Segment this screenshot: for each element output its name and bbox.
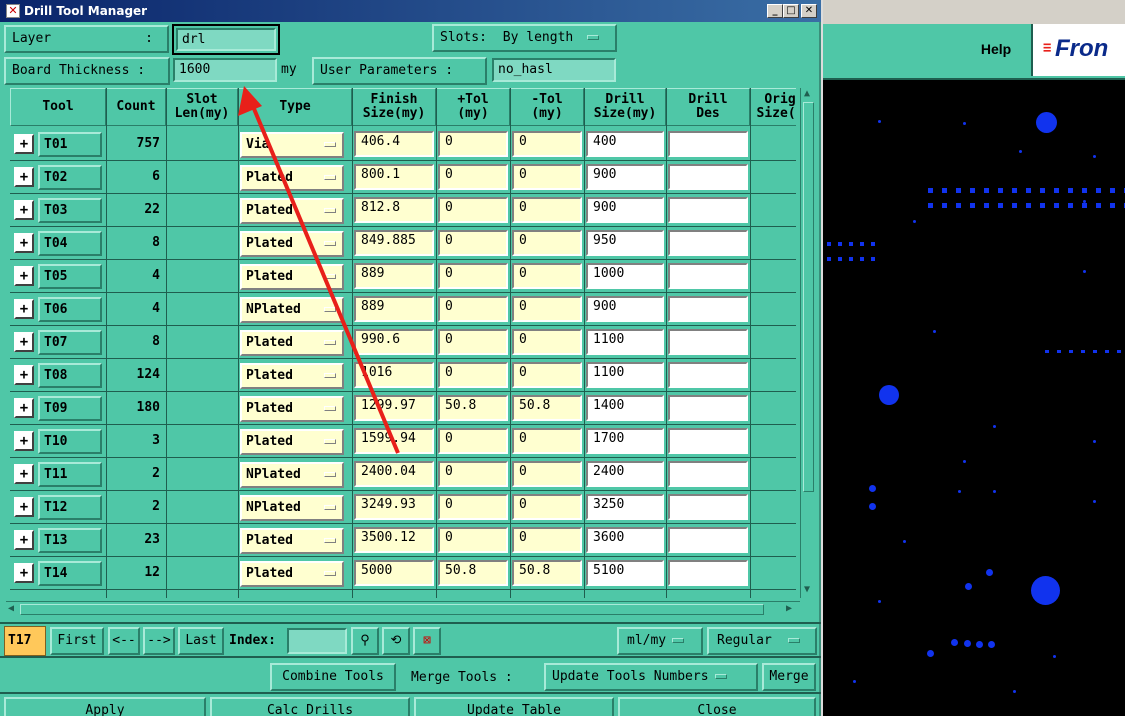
via-pad [860, 242, 864, 246]
via-pad [1068, 188, 1073, 193]
via-pad [1117, 350, 1121, 353]
small-pad [869, 503, 876, 510]
via-pad [1081, 350, 1085, 353]
via-pad [1069, 350, 1073, 353]
pcb-canvas[interactable] [823, 80, 1125, 716]
via-pad [871, 257, 875, 261]
micro-via [1083, 270, 1086, 273]
via-pad [928, 203, 933, 208]
micro-via [1053, 655, 1056, 658]
via-pad [1110, 188, 1115, 193]
via-pad [838, 257, 842, 261]
small-pad [951, 639, 958, 646]
large-pad [1036, 112, 1057, 133]
via-pad [849, 257, 853, 261]
logo-text: Fron [1055, 35, 1109, 62]
frontline-logo: ≡ Fron [1031, 24, 1125, 76]
via-pad [838, 242, 842, 246]
micro-via [903, 540, 906, 543]
via-pad [860, 257, 864, 261]
via-pad [1096, 203, 1101, 208]
large-pad [1031, 576, 1060, 605]
micro-via [963, 122, 966, 125]
micro-via [878, 120, 881, 123]
via-pad [984, 203, 989, 208]
via-pad [1045, 350, 1049, 353]
via-pad [1093, 350, 1097, 353]
micro-via [1093, 500, 1096, 503]
via-pad [1054, 203, 1059, 208]
small-pad [927, 650, 934, 657]
small-pad [986, 569, 993, 576]
via-pad [849, 242, 853, 246]
via-pad [1068, 203, 1073, 208]
via-pad [956, 203, 961, 208]
small-pad [869, 485, 876, 492]
small-pad [964, 640, 971, 647]
via-pad [1082, 188, 1087, 193]
micro-via [1083, 200, 1086, 203]
via-pad [970, 203, 975, 208]
via-pad [984, 188, 989, 193]
micro-via [1013, 690, 1016, 693]
micro-via [933, 330, 936, 333]
via-pad [1026, 188, 1031, 193]
via-pad [1057, 350, 1061, 353]
via-pad [998, 203, 1003, 208]
micro-via [1019, 150, 1022, 153]
via-pad [1026, 203, 1031, 208]
via-pad [1040, 203, 1045, 208]
micro-via [913, 220, 916, 223]
micro-via [963, 460, 966, 463]
via-pad [871, 242, 875, 246]
via-pad [998, 188, 1003, 193]
micro-via [853, 680, 856, 683]
micro-via [993, 490, 996, 493]
via-pad [942, 203, 947, 208]
help-button[interactable]: Help [961, 24, 1031, 76]
via-pad [1054, 188, 1059, 193]
annotation-arrow-head [238, 86, 262, 116]
via-pad [827, 242, 831, 246]
small-pad [976, 641, 983, 648]
micro-via [1093, 440, 1096, 443]
small-pad [988, 641, 995, 648]
via-pad [1082, 203, 1087, 208]
micro-via [1093, 155, 1096, 158]
annotation-arrow [238, 86, 400, 454]
via-pad [942, 188, 947, 193]
via-pad [827, 257, 831, 261]
annotation-arrow-shaft [250, 103, 400, 454]
via-pad [1096, 188, 1101, 193]
via-pad [1105, 350, 1109, 353]
via-pad [928, 188, 933, 193]
micro-via [958, 490, 961, 493]
right-panel-titlebar [823, 0, 1125, 24]
via-pad [1012, 203, 1017, 208]
via-pad [1110, 203, 1115, 208]
via-pad [970, 188, 975, 193]
right-panel-toolbar: Help ≡ Fron [823, 24, 1125, 80]
via-pad [1040, 188, 1045, 193]
micro-via [993, 425, 996, 428]
small-pad [965, 583, 972, 590]
micro-via [878, 600, 881, 603]
large-pad [879, 385, 899, 405]
via-pad [956, 188, 961, 193]
logo-mark: ≡ [1043, 40, 1052, 56]
via-pad [1012, 188, 1017, 193]
